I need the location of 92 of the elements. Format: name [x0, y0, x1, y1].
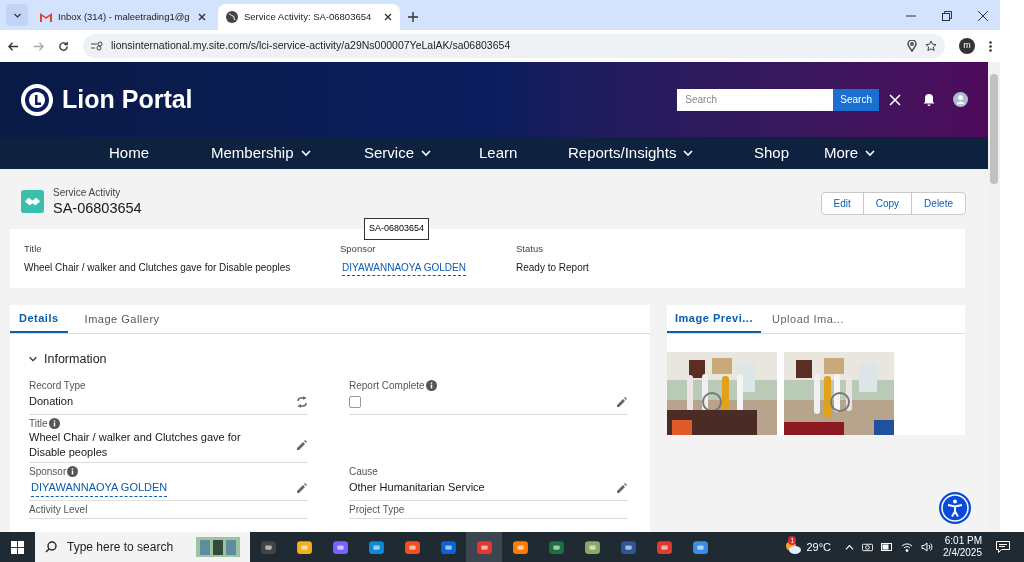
detail-tab[interactable]: Details [10, 305, 68, 333]
section-header[interactable]: Information [28, 350, 650, 369]
field-value: Other Humanitarian Service [349, 480, 486, 496]
nav-menu-item[interactable]: Service [364, 141, 471, 165]
wifi-icon[interactable] [901, 542, 914, 552]
nav-menu-item[interactable]: Reports/Insights [568, 141, 746, 165]
record-action-button[interactable]: Delete [911, 193, 965, 214]
record-action-button[interactable]: Copy [862, 193, 912, 214]
handshake-icon [21, 190, 44, 213]
chevron-down-icon [864, 147, 877, 159]
close-icon[interactable] [978, 11, 988, 21]
nav-menu-item[interactable]: Membership [211, 141, 356, 165]
globe-icon [226, 11, 238, 23]
field-label: Sponsor [29, 465, 67, 478]
field-label: Activity Level [29, 503, 88, 516]
temperature-text: 29°C [806, 539, 832, 555]
search-highlight-icon [196, 537, 240, 557]
new-tab-icon[interactable] [408, 12, 418, 22]
pencil-icon[interactable] [616, 395, 628, 408]
close-icon[interactable] [198, 13, 206, 21]
chevron-down-icon [299, 147, 312, 159]
swap-icon[interactable] [296, 395, 308, 408]
record-type-label: Service Activity [53, 186, 122, 200]
search-field[interactable]: Search [677, 88, 834, 111]
profile-avatar[interactable]: m [959, 38, 975, 54]
scrollbar[interactable] [988, 62, 1000, 532]
field-value: Wheel Chair / walker and Clutches gave for Disable peoples [29, 429, 242, 460]
nav-menu-item[interactable]: More [824, 141, 904, 165]
record-name: SA-06803654 [53, 200, 142, 216]
menu-icon[interactable] [989, 40, 992, 52]
accessibility-icon[interactable] [939, 492, 971, 524]
detail-tab[interactable]: Image Gallery [75, 305, 169, 333]
nav-menu-item[interactable]: Learn [479, 141, 560, 165]
chevron-down-icon [682, 147, 695, 159]
pencil-icon[interactable] [296, 481, 308, 494]
browser-tab[interactable]: Service Activity: SA-06803654 [218, 4, 400, 30]
nav-menu-item[interactable]: Home [109, 141, 203, 165]
clock-date[interactable]: 2/4/2025 [943, 547, 982, 559]
highlight-value: Ready to Report [516, 261, 590, 276]
search-icon [45, 541, 57, 553]
pencil-icon[interactable] [296, 438, 308, 451]
search-button[interactable]: Search [833, 88, 879, 111]
record-action-button[interactable]: Edit [821, 193, 863, 214]
field-label: Record Type [29, 379, 86, 392]
field-value: Donation [29, 394, 75, 410]
taskbar-search-field[interactable]: Type here to search [35, 532, 250, 562]
lions-logo-icon [20, 82, 54, 117]
location-pin-icon[interactable] [907, 40, 917, 52]
camera-icon[interactable] [862, 542, 874, 552]
info-icon[interactable] [48, 418, 60, 430]
highlight-label: Sponsor [340, 242, 377, 256]
close-icon[interactable] [384, 13, 392, 21]
address-field[interactable]: lionsinternational.my.site.com/s/lci-service-activity/a29Ns000007YeLalAK/sa06803654 [83, 34, 945, 58]
user-avatar-icon[interactable] [953, 92, 968, 107]
notifications-icon[interactable] [996, 541, 1010, 553]
url-text: lionsinternational.my.site.com/s/lci-service-activity/a29Ns000007YeLalAK/sa06803654 [111, 38, 512, 54]
windows-start-icon[interactable] [11, 540, 24, 554]
chevron-down-icon [420, 147, 433, 159]
nav-menu-item[interactable]: Shop [754, 141, 816, 165]
browser-tab[interactable]: Inbox (314) - maleetrading1@g [32, 4, 214, 30]
image-tab[interactable]: Image Previ... [667, 305, 761, 333]
clock-time[interactable]: 6:01 PM [944, 535, 982, 547]
info-icon[interactable] [67, 466, 79, 478]
back-icon[interactable] [8, 40, 19, 52]
portal-title[interactable]: Lion Portal [62, 80, 193, 119]
highlight-label: Title [24, 242, 43, 256]
field-label: Cause [349, 465, 378, 478]
tooltip: SA-06803654 [364, 218, 430, 240]
info-icon[interactable] [425, 380, 437, 392]
sponsor-link[interactable]: DIYAWANNAOYA GOLDEN [31, 479, 168, 497]
sponsor-link[interactable]: DIYAWANNAOYA GOLDEN [342, 260, 466, 277]
section-title: Information [44, 351, 107, 368]
field-label: Report Complete [349, 379, 425, 392]
field-label: Project Type [349, 503, 405, 516]
pencil-icon[interactable] [616, 481, 628, 494]
battery-icon[interactable] [881, 543, 894, 551]
restore-icon[interactable] [942, 11, 952, 21]
chevron-up-icon[interactable] [845, 542, 855, 552]
highlight-value: Wheel Chair / walker and Clutches gave for Disable peoples [24, 261, 292, 276]
site-settings-icon[interactable] [91, 41, 103, 51]
search-placeholder: Type here to search [67, 539, 175, 556]
tab-title: Inbox (314) - maleetrading1@g [58, 9, 191, 24]
report-complete-checkbox[interactable] [349, 395, 361, 408]
field-label: Title [29, 417, 48, 430]
highlight-label: Status [516, 242, 544, 256]
bell-icon[interactable] [923, 93, 935, 106]
speaker-icon[interactable] [921, 542, 934, 552]
tab-list-button[interactable] [6, 4, 28, 26]
reload-icon[interactable] [58, 40, 69, 52]
image-tab[interactable]: Upload Ima... [761, 305, 855, 333]
tab-title: Service Activity: SA-06803654 [244, 9, 373, 24]
star-icon[interactable] [925, 40, 937, 52]
